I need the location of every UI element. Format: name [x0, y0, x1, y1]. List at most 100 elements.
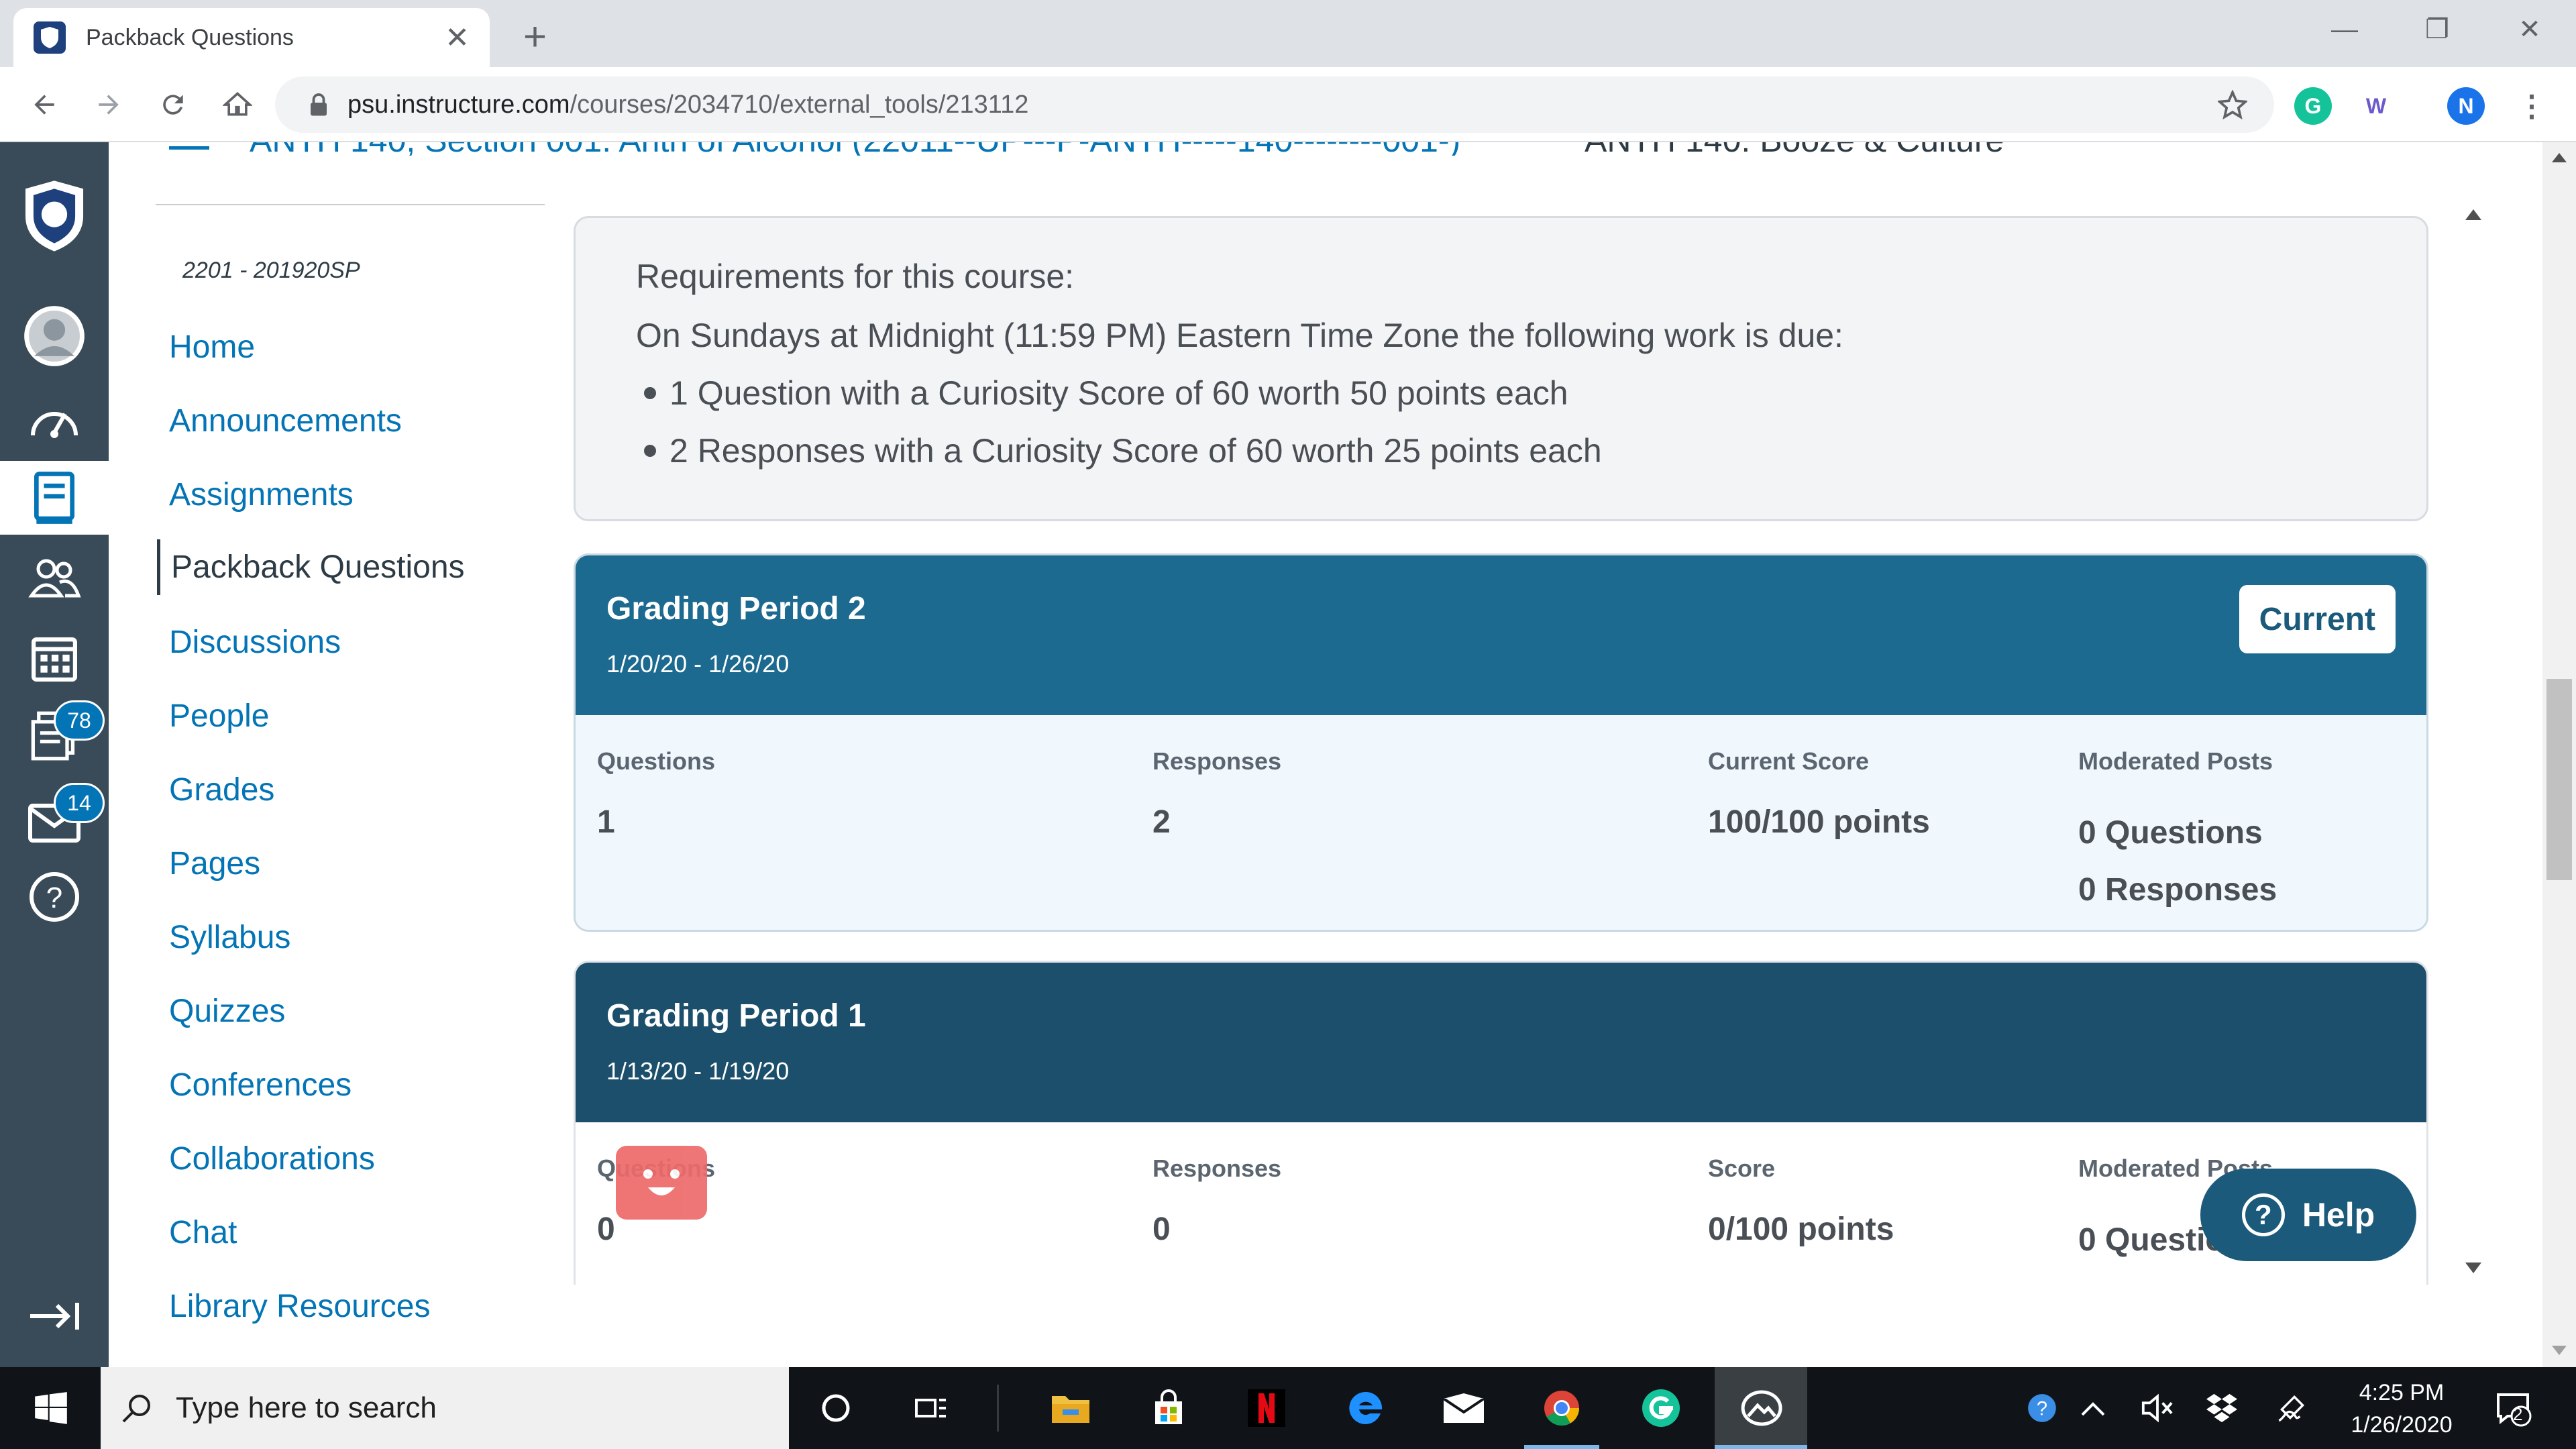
restore-icon[interactable]: ❐ [2391, 0, 2483, 59]
course-nav-quizzes[interactable]: Quizzes [169, 993, 285, 1030]
psu-logo-icon[interactable] [0, 169, 109, 263]
grammarly-extension-icon[interactable]: G [2294, 87, 2332, 125]
course-nav-grades[interactable]: Grades [169, 771, 274, 808]
url-path: /courses/2034710/external_tools/213112 [570, 90, 1029, 119]
term-label: 2201 - 201920SP [182, 258, 360, 283]
breadcrumb: ANTH 140, Section 001: Anth of Alcohol (… [109, 142, 2537, 156]
course-nav-discussions[interactable]: Discussions [169, 624, 341, 661]
notification-count: 2 [2513, 1404, 2523, 1424]
responses-count: 0 [1152, 1212, 1171, 1247]
windows-start-icon[interactable] [27, 1384, 75, 1432]
collapse-nav-icon[interactable] [0, 1279, 109, 1353]
help-button[interactable]: ? Help [2200, 1169, 2416, 1261]
address-bar: psu.instructure.com/courses/2034710/exte… [0, 67, 2576, 142]
microsoft-store-icon[interactable] [1144, 1384, 1193, 1432]
course-nav-syllabus[interactable]: Syllabus [169, 919, 290, 956]
page-scrollbar[interactable] [2542, 142, 2576, 1367]
account-avatar-icon[interactable] [0, 299, 109, 373]
help-button-label: Help [2302, 1196, 2375, 1234]
score-label: Score [1708, 1155, 1776, 1182]
course-nav-announcements[interactable]: Announcements [169, 402, 402, 439]
courses-icon[interactable] [0, 461, 109, 535]
course-nav-collaborations[interactable]: Collaborations [169, 1140, 375, 1177]
calendar-icon[interactable] [0, 621, 109, 694]
grading-period-header: Grading Period 1 1/13/20 - 1/19/20 [576, 963, 2426, 1122]
pen-workspace-icon[interactable] [2267, 1384, 2316, 1432]
breadcrumb-current: ANTH 140: Booze & Culture [1585, 142, 2004, 156]
taskbar-clock[interactable]: 4:25 PM 1/26/2020 [2328, 1377, 2475, 1441]
browser-tab[interactable]: Packback Questions ✕ [13, 8, 490, 67]
hamburger-menu-icon[interactable] [169, 146, 209, 150]
penn-state-favicon-icon [34, 21, 66, 54]
grading-period-dates: 1/13/20 - 1/19/20 [606, 1057, 790, 1085]
course-nav-packback-questions[interactable]: Packback Questions [157, 539, 465, 595]
responses-count: 2 [1152, 804, 1171, 840]
url-input[interactable]: psu.instructure.com/courses/2034710/exte… [275, 76, 2274, 133]
notification-badge: 78 [54, 700, 105, 741]
dropbox-icon[interactable] [2198, 1384, 2246, 1432]
reload-icon[interactable] [153, 85, 193, 125]
svg-text:?: ? [2037, 1398, 2047, 1419]
writer-extension-icon[interactable]: W [2357, 87, 2395, 125]
browser-menu-icon[interactable]: ⋮ [2513, 87, 2551, 125]
photos-active-indicator [1715, 1445, 1807, 1449]
course-nav-library-resources[interactable]: Library Resources [169, 1288, 430, 1325]
global-navigation: 78 14 ? [0, 142, 109, 1367]
score-value: 100/100 points [1708, 804, 1930, 840]
moderated-questions: 0 Questions [2078, 815, 2263, 851]
clock-date: 1/26/2020 [2351, 1412, 2453, 1438]
help-tray-icon[interactable]: ? [2018, 1384, 2066, 1432]
back-icon[interactable] [24, 85, 64, 125]
action-center-icon[interactable]: 2 [2489, 1384, 2537, 1432]
taskbar-search-placeholder: Type here to search [176, 1391, 437, 1424]
grading-period-stats: Questions 1 Responses 2 Current Score 10… [576, 715, 2426, 930]
bookmark-star-icon[interactable] [2218, 90, 2247, 119]
groups-icon[interactable] [0, 541, 109, 615]
task-view-icon[interactable] [907, 1384, 955, 1432]
chrome-active-indicator [1524, 1445, 1599, 1449]
packback-content: Requirements for this course: On Sundays… [574, 216, 2428, 1285]
profile-avatar[interactable]: N [2447, 87, 2485, 125]
volume-muted-icon[interactable] [2133, 1384, 2182, 1432]
course-nav-conferences[interactable]: Conferences [169, 1067, 352, 1104]
score-value: 0/100 points [1708, 1212, 1894, 1247]
netflix-icon[interactable] [1242, 1384, 1291, 1432]
browser-tab-bar: Packback Questions ✕ + — ❐ ✕ [0, 0, 2576, 67]
taskbar-search-input[interactable]: Type here to search [101, 1367, 789, 1449]
file-explorer-icon[interactable] [1046, 1384, 1095, 1432]
chrome-icon[interactable] [1538, 1384, 1586, 1432]
help-circle-icon[interactable]: ? [0, 860, 109, 934]
photos-app-icon[interactable] [1737, 1384, 1786, 1432]
content-scrollbar[interactable] [2459, 201, 2488, 1288]
breadcrumb-course-link[interactable]: ANTH 140, Section 001: Anth of Alcohol (… [250, 142, 1460, 156]
course-nav-home[interactable]: Home [169, 329, 255, 366]
minimize-icon[interactable]: — [2298, 0, 2391, 59]
moderated-responses: 0 Responses [2078, 872, 2277, 908]
cortana-icon[interactable] [812, 1384, 860, 1432]
course-nav-assignments[interactable]: Assignments [169, 476, 354, 513]
chevron-up-icon[interactable] [2069, 1384, 2117, 1432]
questions-label: Questions [597, 747, 716, 775]
dashboard-icon[interactable] [0, 384, 109, 458]
packback-mascot-icon[interactable] [616, 1146, 707, 1220]
forward-icon[interactable] [89, 85, 129, 125]
course-nav-people[interactable]: People [169, 698, 269, 735]
new-tab-icon[interactable]: + [523, 13, 547, 60]
requirements-intro: On Sundays at Midnight (11:59 PM) Easter… [636, 317, 1843, 354]
edge-icon[interactable] [1342, 1384, 1390, 1432]
course-nav-pages[interactable]: Pages [169, 845, 260, 882]
course-nav-chat[interactable]: Chat [169, 1214, 237, 1251]
help-question-icon: ? [2241, 1193, 2285, 1236]
url-host: psu.instructure.com [347, 90, 570, 119]
tab-close-icon[interactable]: ✕ [445, 21, 470, 55]
page-scrollbar-thumb[interactable] [2546, 679, 2572, 880]
moderated-responses: 0 Responses [2078, 1279, 2277, 1285]
mail-icon[interactable] [1440, 1384, 1488, 1432]
responses-label: Responses [1152, 1155, 1282, 1182]
requirements-title: Requirements for this course: [636, 258, 1075, 295]
home-icon[interactable] [217, 85, 258, 125]
requirement-item: 2 Responses with a Curiosity Score of 60… [636, 431, 2366, 470]
close-window-icon[interactable]: ✕ [2483, 0, 2576, 59]
questions-count: 1 [597, 804, 615, 840]
grammarly-icon[interactable] [1637, 1384, 1685, 1432]
